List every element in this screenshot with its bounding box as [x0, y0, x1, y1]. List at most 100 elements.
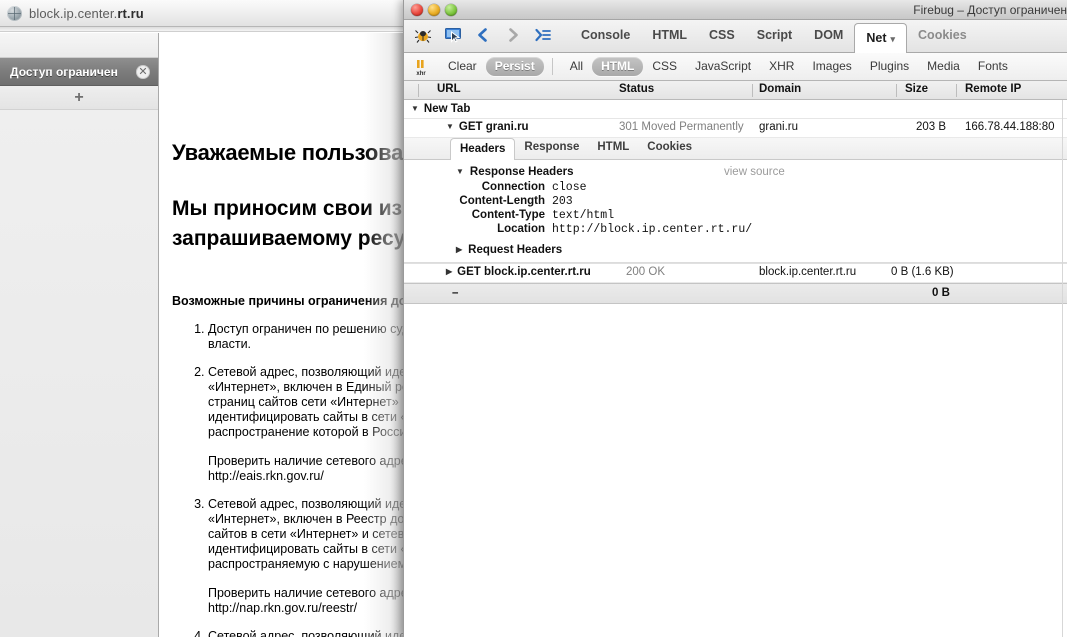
- request-remote-ip: 166.78.44.188:80: [965, 121, 1055, 133]
- tab-css[interactable]: CSS: [698, 19, 746, 52]
- triangle-right-icon[interactable]: ▶: [456, 246, 462, 254]
- reason-check: Проверить наличие сетевого адреса в Един…: [208, 454, 410, 484]
- toolbar-divider: [552, 58, 553, 75]
- subtab-headers[interactable]: Headers: [450, 138, 515, 160]
- header-row: Content-Type text/html: [404, 209, 752, 223]
- filter-fonts[interactable]: Fonts: [969, 57, 1017, 76]
- view-source-link[interactable]: view source: [724, 166, 785, 178]
- command-line-icon[interactable]: [534, 26, 552, 44]
- reason-text: Доступ ограничен по решению суда или упо…: [208, 322, 410, 352]
- page-subtitle: Мы приносим свои извинения, но доступ к …: [172, 194, 410, 254]
- triangle-down-icon[interactable]: ▼: [411, 105, 419, 113]
- column-divider: [956, 84, 957, 97]
- filter-all[interactable]: All: [561, 57, 592, 76]
- firebug-toolbar-icons: [414, 19, 552, 52]
- close-window-button[interactable]: [411, 4, 423, 16]
- plus-icon: +: [74, 90, 83, 106]
- triangle-down-icon[interactable]: ▼: [456, 168, 464, 176]
- table-row[interactable]: ▼ GET grani.ru 301 Moved Permanently gra…: [404, 119, 1067, 138]
- sidebar-tab-selected[interactable]: Доступ ограничен ✕: [0, 58, 158, 86]
- response-headers-table: Connection close Content-Length 203 Cont…: [404, 181, 752, 237]
- subtab-html[interactable]: HTML: [588, 137, 638, 159]
- tab-script[interactable]: Script: [746, 19, 803, 52]
- reasons-list: Доступ ограничен по решению суда или упо…: [172, 322, 410, 637]
- headers-block: ▼ Response Headers view source Connectio…: [404, 160, 1067, 262]
- request-url[interactable]: ▼ GET grani.ru: [446, 121, 529, 133]
- list-item: Доступ ограничен по решению суда или упо…: [208, 322, 410, 352]
- header-value: text/html: [552, 209, 752, 223]
- header-name: Content-Length: [404, 195, 552, 209]
- subtab-response[interactable]: Response: [515, 137, 588, 159]
- request-size: 0 B (1.6 KB): [891, 266, 954, 278]
- close-icon[interactable]: ✕: [136, 65, 150, 79]
- request-url-label: GET grani.ru: [459, 121, 529, 133]
- minimize-window-button[interactable]: [428, 4, 440, 16]
- triangle-right-icon[interactable]: ▶: [446, 268, 452, 276]
- summary-size: 0 B: [932, 287, 950, 299]
- tab-net-label: Net: [866, 31, 886, 45]
- filter-css[interactable]: CSS: [643, 57, 686, 76]
- filter-plugins[interactable]: Plugins: [861, 57, 918, 76]
- zoom-window-button[interactable]: [445, 4, 457, 16]
- triangle-down-icon[interactable]: ▼: [446, 123, 454, 131]
- firebug-window: Firebug – Доступ ограничен: [403, 0, 1067, 637]
- header-row: Content-Length 203: [404, 195, 752, 209]
- page-title: Уважаемые пользователи!: [172, 140, 410, 166]
- new-tab-button[interactable]: +: [0, 86, 158, 110]
- blocked-page: Уважаемые пользователи! Мы приносим свои…: [172, 33, 410, 637]
- clear-button[interactable]: Clear: [439, 57, 486, 76]
- table-row[interactable]: ▶ GET block.ip.center.rt.ru 200 OK block…: [404, 264, 1067, 283]
- tab-title: Доступ ограничен: [10, 65, 136, 79]
- inspector-cursor-icon[interactable]: [444, 26, 462, 44]
- net-group-row[interactable]: ▼ New Tab: [404, 100, 1067, 119]
- xhr-icon[interactable]: xhr: [413, 57, 433, 77]
- page-content: Уважаемые пользователи! Мы приносим свои…: [160, 33, 410, 637]
- response-headers-label: Response Headers: [470, 166, 574, 178]
- tab-html[interactable]: HTML: [641, 19, 698, 52]
- list-item: Сетевой адрес, позволяющий идентифициров…: [208, 497, 410, 616]
- back-chevron-icon[interactable]: [474, 26, 492, 44]
- request-headers-section[interactable]: ▶ Request Headers: [404, 244, 1067, 256]
- filter-html[interactable]: HTML: [592, 57, 643, 76]
- column-header-url[interactable]: URL: [437, 83, 461, 95]
- vertical-tab-sidebar: Доступ ограничен ✕ +: [0, 33, 159, 637]
- reasons-heading: Возможные причины ограничения доступа:: [172, 294, 410, 308]
- filter-images[interactable]: Images: [803, 57, 860, 76]
- column-resizer[interactable]: [1062, 100, 1063, 637]
- tab-net[interactable]: Net ▾: [854, 23, 907, 53]
- column-header-size[interactable]: Size: [905, 83, 928, 95]
- filter-xhr[interactable]: XHR: [760, 57, 803, 76]
- url-domain: rt.ru: [117, 6, 144, 21]
- list-item: Сетевой адрес, позволяющий идентифициров…: [208, 365, 410, 484]
- request-domain: grani.ru: [759, 121, 798, 133]
- request-headers-label: Request Headers: [468, 244, 562, 256]
- column-header-remote-ip[interactable]: Remote IP: [965, 83, 1021, 95]
- chevron-down-icon[interactable]: ▾: [891, 34, 896, 44]
- filter-media[interactable]: Media: [918, 57, 969, 76]
- header-value: 203: [552, 195, 752, 209]
- response-headers-section[interactable]: ▼ Response Headers view source: [404, 166, 1067, 178]
- firebug-bug-icon[interactable]: [414, 26, 432, 44]
- screen: block.ip.center.rt.ru Доступ ограничен ✕…: [0, 0, 1067, 637]
- persist-toggle[interactable]: Persist: [486, 57, 544, 76]
- url-text: block.ip.center.rt.ru: [29, 6, 144, 21]
- url-bar[interactable]: block.ip.center.rt.ru: [0, 0, 410, 27]
- tab-cookies[interactable]: Cookies: [907, 19, 978, 52]
- column-header-domain[interactable]: Domain: [759, 83, 801, 95]
- tab-console[interactable]: Console: [570, 19, 641, 52]
- column-divider: [752, 84, 753, 97]
- request-status: 200 OK: [626, 266, 665, 278]
- firebug-titlebar[interactable]: Firebug – Доступ ограничен: [404, 0, 1067, 20]
- net-filter-toolbar: xhr Clear Persist All HTML CSS JavaScrip…: [404, 53, 1067, 81]
- column-header-status[interactable]: Status: [619, 83, 654, 95]
- net-request-list: ▼ New Tab ▼ GET grani.ru 301 Moved Perma…: [404, 100, 1067, 594]
- tab-dom[interactable]: DOM: [803, 19, 854, 52]
- request-detail-panel: Headers Response HTML Cookies ▼ Response…: [404, 138, 1067, 264]
- filter-javascript[interactable]: JavaScript: [686, 57, 760, 76]
- subtab-cookies[interactable]: Cookies: [638, 137, 701, 159]
- forward-chevron-icon[interactable]: [504, 26, 522, 44]
- request-size: 203 B: [916, 121, 946, 133]
- list-item: Сетевой адрес, позволяющий идентифициров…: [208, 629, 410, 637]
- request-url[interactable]: ▶ GET block.ip.center.rt.ru: [446, 266, 591, 278]
- reason-text: Сетевой адрес, позволяющий идентифициров…: [208, 497, 410, 572]
